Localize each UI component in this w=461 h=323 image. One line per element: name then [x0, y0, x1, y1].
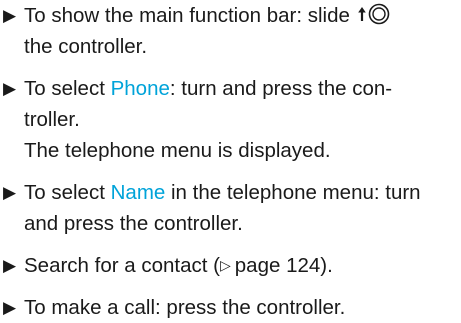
triangle-right-bullet-icon: ▶ — [3, 6, 17, 25]
menu-item-phone: Phone — [110, 77, 170, 100]
step-text-continued: and press the controller. — [24, 212, 243, 235]
triangle-right-bullet-icon: ▶ — [3, 183, 17, 202]
step-text: ). — [320, 254, 333, 277]
triangle-right-bullet-icon: ▶ — [3, 79, 17, 98]
triangle-right-bullet-icon: ▶ — [3, 256, 17, 275]
triangle-right-bullet-icon: ▶ — [3, 298, 17, 317]
instruction-page: ▶ To show the main function bar: slide t… — [0, 0, 461, 319]
page-reference[interactable]: page 124 — [235, 254, 321, 277]
step-make-call: ▶ To make a call: press the controller. — [0, 292, 461, 323]
step-line: Search for a contact (▷ page 124). — [24, 250, 461, 281]
step-line: To show the main function bar: slide — [24, 0, 461, 31]
step-select-phone: ▶ To select Phone: turn and press the co… — [0, 73, 461, 166]
step-line: To select Name in the telephone menu: tu… — [24, 177, 461, 208]
step-text: : turn and press the con- — [169, 77, 393, 100]
step-text: To select — [24, 181, 111, 204]
step-text-continued: the controller. — [24, 35, 148, 58]
step-text: in the telephone menu: turn — [165, 181, 421, 204]
menu-item-name: Name — [110, 181, 166, 204]
step-text: Search for a contact ( — [24, 254, 220, 277]
step-result-note: The telephone menu is displayed. — [24, 139, 331, 162]
step-select-name: ▶ To select Name in the telephone menu: … — [0, 177, 461, 239]
step-show-function-bar: ▶ To show the main function bar: slide t… — [0, 0, 461, 62]
step-text: To show the main function bar: slide — [24, 4, 350, 27]
step-text-continued: troller. — [24, 108, 80, 131]
controller-slide-up-icon — [356, 3, 390, 25]
step-text: To make a call: press the controller. — [24, 296, 346, 319]
step-search-contact: ▶ Search for a contact (▷ page 124). — [0, 250, 461, 281]
step-text: To select — [24, 77, 111, 100]
page-reference-triangle-icon: ▷ — [219, 257, 231, 273]
step-line: To select Phone: turn and press the con- — [24, 73, 461, 104]
